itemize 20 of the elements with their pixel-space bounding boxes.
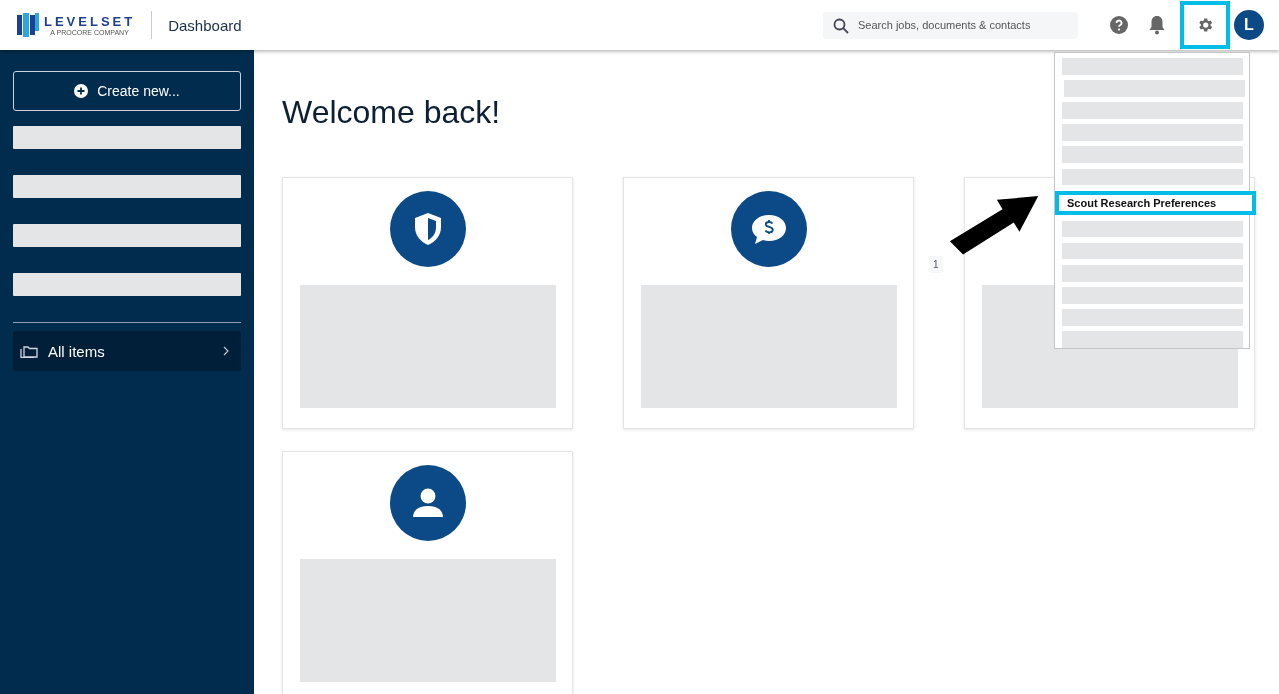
shield-icon xyxy=(389,191,466,267)
user-avatar[interactable]: L xyxy=(1234,10,1264,40)
search-icon xyxy=(833,17,849,34)
folders-icon xyxy=(20,344,38,358)
money-chat-icon xyxy=(730,191,807,267)
logo-icon xyxy=(16,12,40,38)
person-icon xyxy=(389,465,466,541)
page-title: Dashboard xyxy=(168,16,242,34)
bell-icon xyxy=(1148,15,1166,35)
all-items-link[interactable]: All items xyxy=(13,331,241,371)
brand-name: LEVELSET xyxy=(44,14,136,29)
chevron-right-icon xyxy=(223,346,229,356)
menu-item[interactable]: Scout Research Preferences xyxy=(1055,190,1256,216)
plus-circle-icon xyxy=(74,84,89,98)
create-new-button[interactable]: Create new... xyxy=(13,71,241,111)
search-field[interactable]: Search jobs, documents & contacts xyxy=(823,11,1078,39)
welcome-heading: Welcome back! xyxy=(282,94,501,131)
help-icon xyxy=(1110,16,1128,34)
settings-button[interactable] xyxy=(1180,1,1230,49)
count-badge: 1 xyxy=(929,256,943,273)
